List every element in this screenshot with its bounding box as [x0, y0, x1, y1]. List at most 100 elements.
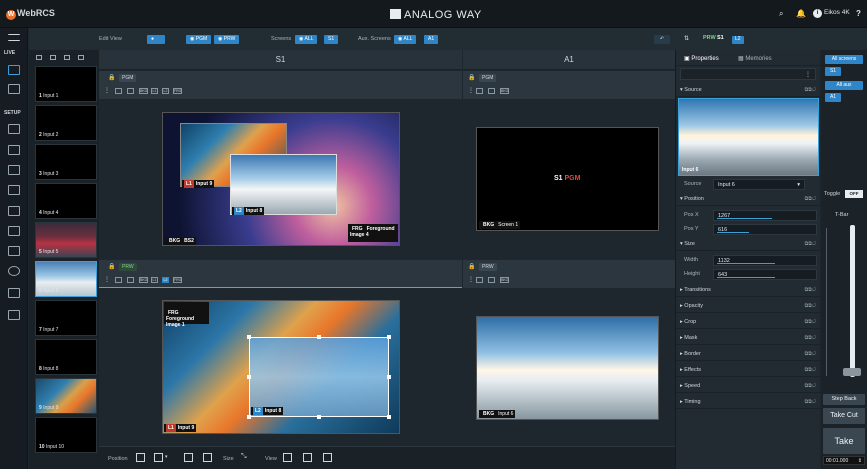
size-section-header[interactable]: ▾ Size ⧉⧉↺ — [676, 238, 821, 251]
paste-icon[interactable] — [127, 277, 134, 283]
layer-bkg-button[interactable]: BKG — [500, 277, 509, 283]
copy-paste-reset-icons[interactable]: ⧉⧉↺ — [805, 303, 816, 309]
layer-bkg-button[interactable]: BKG — [139, 88, 148, 94]
resize-handle[interactable] — [317, 335, 321, 339]
tab-memories[interactable]: ▦ Memories — [738, 55, 772, 62]
nav-edit-icon[interactable] — [8, 310, 20, 320]
take-cut-button[interactable]: Take Cut — [823, 408, 865, 424]
nav-audio-icon[interactable] — [8, 288, 20, 298]
step-back-button[interactable]: Step Back — [823, 394, 865, 405]
align-grid-icon[interactable] — [154, 453, 163, 462]
layer-l1-button[interactable]: L1 — [151, 277, 158, 283]
copy-paste-reset-icons[interactable]: ⧉⧉↺ — [805, 319, 816, 325]
align-left-icon[interactable] — [136, 453, 145, 462]
input-thumb[interactable]: 5 Input 5 — [35, 222, 97, 258]
search-icon[interactable]: ⌕ — [779, 9, 783, 19]
copy-icon[interactable] — [115, 277, 122, 283]
toggle-switch[interactable]: OFF — [845, 190, 863, 198]
copy-paste-reset-icons[interactable]: ⧉⧉↺ — [805, 351, 816, 357]
input-thumb[interactable]: 4 Input 4 — [35, 183, 97, 219]
prw-layer-l2-selected[interactable] — [249, 337, 389, 417]
layer-l2-button[interactable]: L2 — [162, 88, 169, 94]
layer-bkg-button[interactable]: BKG — [139, 277, 148, 283]
input-thumb[interactable]: 3 Input 3 — [35, 144, 97, 180]
input-thumb[interactable]: 7 Input 7 — [35, 300, 97, 336]
input-thumb[interactable]: 10 Input 10 — [35, 417, 97, 453]
lock-icon[interactable]: 🔒 — [108, 263, 115, 270]
input-thumb[interactable]: 9 Input 9 — [35, 378, 97, 414]
view-split-icon[interactable] — [64, 55, 70, 60]
resize-handle[interactable] — [247, 375, 251, 379]
nav-layers-icon[interactable] — [8, 246, 20, 256]
swap-icon[interactable]: ⇅ — [684, 35, 689, 42]
copy-icon[interactable] — [476, 88, 483, 94]
copy-paste-reset-icons[interactable]: ⧉⧉↺ — [805, 87, 816, 93]
right-a1-button[interactable]: A1 — [825, 93, 841, 102]
view-list-icon[interactable] — [36, 55, 42, 60]
aux-a1-button[interactable]: A1 — [424, 35, 439, 44]
transitions-section-header[interactable]: ▸ Transitions ⧉⧉↺ — [676, 284, 821, 297]
copy-paste-reset-icons[interactable]: ⧉⧉↺ — [805, 241, 816, 247]
effects-section-header[interactable]: ▸ Effects ⧉⧉↺ — [676, 364, 821, 377]
more-icon[interactable]: ⋮ — [104, 87, 110, 94]
resize-handle[interactable] — [387, 335, 391, 339]
menu-icon[interactable] — [8, 34, 20, 41]
right-s1-button[interactable]: S1 — [825, 67, 841, 76]
tab-properties[interactable]: ▣ Properties — [684, 55, 719, 62]
fill-icon[interactable] — [184, 453, 193, 462]
stepper-icon[interactable]: ⇕ — [858, 457, 862, 465]
view-preview-icon[interactable] — [283, 453, 292, 462]
tbar-track[interactable] — [850, 225, 855, 377]
copy-paste-reset-icons[interactable]: ⧉⧉↺ — [805, 335, 816, 341]
input-thumb[interactable]: 1 Input 1 — [35, 66, 97, 102]
crop-section-header[interactable]: ▸ Crop ⧉⧉↺ — [676, 316, 821, 329]
view-grid-icon[interactable] — [78, 55, 84, 60]
nav-screens-icon[interactable] — [8, 124, 20, 134]
source-thumbnail[interactable]: Input 6 — [678, 98, 819, 176]
nav-presets-icon[interactable] — [8, 226, 20, 236]
opacity-section-header[interactable]: ▸ Opacity ⧉⧉↺ — [676, 300, 821, 313]
view-split-icon[interactable] — [323, 453, 332, 462]
pgm-button[interactable]: ◉ PGM — [186, 35, 212, 44]
more-icon[interactable]: ⋮ — [468, 87, 474, 94]
speed-section-header[interactable]: ▸ Speed ⧉⧉↺ — [676, 380, 821, 393]
nav-outputs-icon[interactable] — [8, 145, 20, 155]
bell-icon[interactable]: 🔔 — [796, 9, 806, 18]
position-section-header[interactable]: ▾ Position ⧉⧉↺ — [676, 193, 821, 206]
help-icon[interactable]: ? — [856, 9, 861, 18]
all-aux-button[interactable]: All aux — [825, 81, 863, 90]
input-thumb-selected[interactable]: 6 Input 6 — [35, 261, 97, 297]
layer-l2-window[interactable] — [230, 154, 337, 215]
copy-paste-reset-icons[interactable]: ⧉⧉↺ — [805, 399, 816, 405]
view-image-icon[interactable] — [50, 55, 56, 60]
input-thumb[interactable]: 8 Input 8 — [35, 339, 97, 375]
lock-icon[interactable]: 🔒 — [108, 74, 115, 81]
paste-icon[interactable] — [488, 88, 495, 94]
resize-handle[interactable] — [387, 375, 391, 379]
nav-multiviewer-icon[interactable] — [8, 84, 20, 94]
copy-paste-reset-icons[interactable]: ⧉⧉↺ — [805, 196, 816, 202]
layer-frg-button[interactable]: FRG — [173, 277, 182, 283]
nav-connect-icon[interactable] — [8, 185, 20, 195]
fit-icon[interactable] — [203, 453, 212, 462]
layer-bkg-button[interactable]: BKG — [500, 88, 509, 94]
resize-handle[interactable] — [387, 415, 391, 419]
view-layers-icon[interactable] — [303, 453, 312, 462]
source-section-header[interactable]: ▾ Source ⧉⧉↺ — [676, 84, 821, 97]
resize-handle[interactable] — [247, 415, 251, 419]
layer-l1-button[interactable]: L1 — [151, 88, 158, 94]
all-screens-button[interactable]: All screens — [825, 55, 863, 64]
copy-icon[interactable] — [476, 277, 483, 283]
nav-live-icon[interactable] — [8, 65, 20, 75]
more-icon[interactable]: ⋮ — [468, 276, 474, 283]
lock-icon[interactable]: 🔒 — [468, 74, 475, 81]
tbar-handle[interactable] — [843, 368, 861, 376]
lock-icon[interactable]: 🔒 — [468, 263, 475, 270]
nav-images-icon[interactable] — [8, 206, 20, 216]
layer-l2-button-active[interactable]: L2 — [162, 277, 169, 283]
width-field[interactable]: 1132 — [713, 255, 817, 266]
edit-view-toggle[interactable]: ● — [147, 35, 165, 44]
copy-icon[interactable] — [115, 88, 122, 94]
take-button[interactable]: Take — [823, 428, 865, 454]
info-icon[interactable]: i — [813, 9, 822, 18]
